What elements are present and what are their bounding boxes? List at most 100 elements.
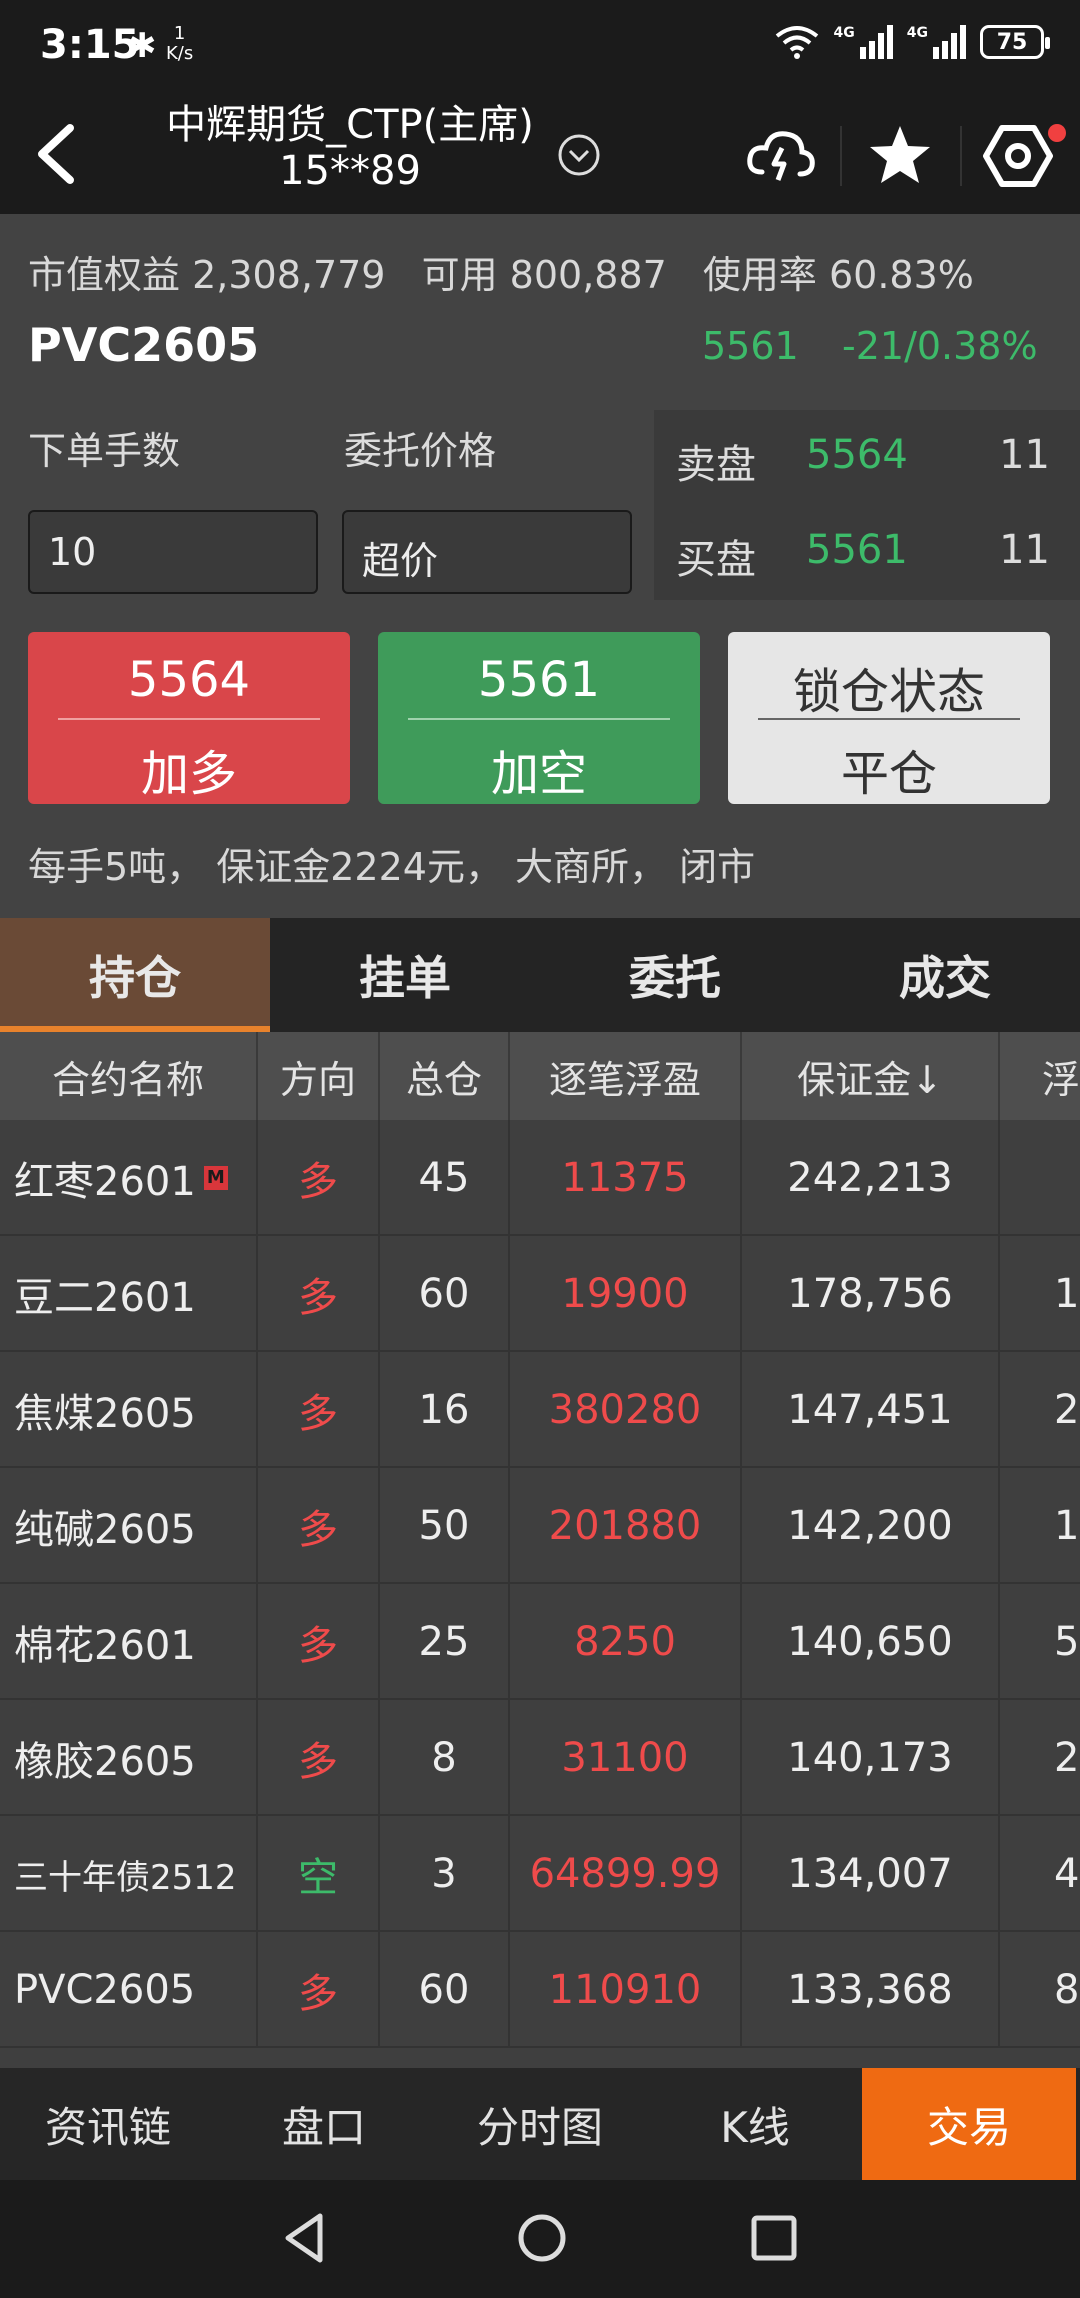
cell-total: 8	[380, 1700, 510, 1816]
cell-float-pnl: 31100	[510, 1700, 742, 1816]
cell-contract: 红枣2601 M	[0, 1120, 258, 1236]
cell-margin: 242,213	[742, 1120, 1000, 1236]
table-row[interactable]: 豆二2601 多 60 19900 178,756 1	[0, 1236, 1080, 1352]
cell-extra: 14	[1054, 1503, 1080, 1549]
nav-kline[interactable]: K线	[648, 2068, 862, 2180]
cell-float-pnl: 201880	[510, 1468, 742, 1584]
tab-pending[interactable]: 挂单	[270, 918, 540, 1032]
system-nav-bar	[0, 2180, 1080, 2298]
order-panel: 市值权益 2,308,779 可用 800,887 使用率 60.83% PVC…	[0, 214, 1080, 918]
cloud-sync-icon[interactable]	[742, 118, 818, 194]
available: 可用 800,887	[421, 253, 667, 297]
cell-float-pnl: 19900	[510, 1236, 742, 1352]
chevron-down-icon[interactable]	[556, 132, 602, 178]
recents-square-icon[interactable]	[748, 2210, 800, 2266]
table-row[interactable]: 纯碱2605多50201880142,200 14	[0, 1468, 1080, 1584]
cell-margin: 140,173	[742, 1700, 1000, 1816]
cell-margin: 134,007	[742, 1816, 1000, 1932]
buy-long-button[interactable]: 5564 加多	[28, 632, 350, 804]
cell-total: 60	[380, 1932, 510, 2048]
cell-total: 50	[380, 1468, 510, 1584]
cell-direction: 多	[258, 1700, 380, 1816]
table-row[interactable]: 三十年债2512 空 3 64899.99 134,007 4	[0, 1816, 1080, 1932]
battery-icon: 75	[980, 25, 1050, 59]
contract-symbol[interactable]: PVC2605	[28, 318, 259, 372]
tab-bar: 持仓 挂单 委托 成交	[0, 918, 1080, 1032]
cell-contract: PVC2605	[0, 1932, 258, 2048]
cell-contract: 三十年债2512	[0, 1816, 258, 1932]
cell-contract: 豆二2601	[0, 1236, 258, 1352]
star-icon[interactable]	[862, 118, 938, 194]
col-extra[interactable]: 浮	[1000, 1032, 1080, 1120]
cell-float-pnl: 380280	[510, 1352, 742, 1468]
home-circle-icon[interactable]	[514, 2210, 570, 2266]
col-margin[interactable]: 保证金↓	[742, 1032, 1000, 1120]
cell-margin: 178,756	[742, 1236, 1000, 1352]
contract-info: 每手5吨， 保证金2224元， 大商所， 闭市	[28, 845, 756, 889]
notification-dot	[1048, 124, 1066, 142]
app-header: 中辉期货_CTP(主席) 15**89	[0, 96, 1080, 214]
col-direction[interactable]: 方向	[258, 1032, 380, 1120]
tab-positions[interactable]: 持仓	[0, 918, 270, 1032]
tab-trades[interactable]: 成交	[810, 918, 1080, 1032]
cell-direction: 多	[258, 1236, 380, 1352]
clock: 3:15	[40, 22, 140, 68]
order-book: 卖盘 5564 11 买盘 5561 11	[654, 410, 1080, 600]
cell-total: 16	[380, 1352, 510, 1468]
nav-quote[interactable]: 盘口	[216, 2068, 432, 2180]
cell-extra	[1000, 1120, 1080, 1236]
nav-news[interactable]: 资讯链	[0, 2068, 216, 2180]
cell-extra: 2	[1054, 1735, 1080, 1781]
cell-direction: 多	[258, 1584, 380, 1700]
col-float-pnl[interactable]: 逐笔浮盈	[510, 1032, 742, 1120]
back-arrow-icon[interactable]	[20, 114, 100, 194]
col-total[interactable]: 总仓	[380, 1032, 510, 1120]
tab-orders[interactable]: 委托	[540, 918, 810, 1032]
cell-float-pnl: 110910	[510, 1932, 742, 2048]
wifi-icon	[775, 26, 818, 59]
cell-signal-icon-2: 4G	[907, 25, 966, 59]
cell-total: 25	[380, 1584, 510, 1700]
cell-total: 60	[380, 1236, 510, 1352]
cell-extra: 1	[1054, 1271, 1080, 1317]
close-position-button[interactable]: 锁仓状态 平仓	[728, 632, 1050, 804]
cell-contract: 棉花2601	[0, 1584, 258, 1700]
table-row[interactable]: 棉花2601 多 25 8250 140,650 5	[0, 1584, 1080, 1700]
table-row[interactable]: 焦煤2605 多 16 380280 147,451 2	[0, 1352, 1080, 1468]
ask-row[interactable]: 卖盘 5564 11	[654, 410, 1080, 505]
price-type-input[interactable]: 超价	[342, 510, 632, 594]
price-change: -21/0.38%	[842, 324, 1038, 368]
table-row[interactable]: 橡胶2605 多 8 31100 140,173 2	[0, 1700, 1080, 1816]
network-speed: 1 K/s	[166, 23, 194, 64]
nav-timeshare[interactable]: 分时图	[432, 2068, 648, 2180]
cell-contract: 橡胶2605	[0, 1700, 258, 1816]
quantity-input[interactable]: 10	[28, 510, 318, 594]
cell-total: 3	[380, 1816, 510, 1932]
cell-extra: 2	[1054, 1387, 1080, 1433]
nav-trade[interactable]: 交易	[862, 2068, 1076, 2180]
cell-direction: 多	[258, 1468, 380, 1584]
positions-table: 红枣2601 M 多 45 11375 242,213 豆二2601 多 60 19900 178,…	[0, 1120, 1080, 2068]
cell-margin: 147,451	[742, 1352, 1000, 1468]
col-contract[interactable]: 合约名称	[0, 1032, 258, 1120]
main-contract-badge: M	[203, 1166, 228, 1190]
cell-float-pnl: 64899.99	[510, 1816, 742, 1932]
cell-signal-icon: 4G	[834, 25, 893, 59]
cell-extra: 8	[1054, 1967, 1080, 2013]
cell-contract: 焦煤2605	[0, 1352, 258, 1468]
back-triangle-icon[interactable]	[280, 2210, 330, 2266]
account-title[interactable]: 中辉期货_CTP(主席) 15**89	[140, 102, 560, 194]
status-bar: 3:15 ✱ 1 K/s 4G 4G 75	[0, 0, 1080, 96]
status-icons: 4G 4G 75	[774, 24, 1050, 60]
equity: 市值权益 2,308,779	[28, 253, 386, 297]
table-row[interactable]: 红枣2601 M 多 45 11375 242,213	[0, 1120, 1080, 1236]
bid-row[interactable]: 买盘 5561 11	[654, 505, 1080, 600]
cell-total: 45	[380, 1120, 510, 1236]
account-summary: 市值权益 2,308,779 可用 800,887 使用率 60.83%	[28, 244, 998, 299]
cell-direction: 多	[258, 1932, 380, 2048]
cell-direction: 空	[258, 1816, 380, 1932]
settings-gear-icon[interactable]	[980, 118, 1056, 194]
table-row[interactable]: PVC2605 多 60 110910 133,368 8	[0, 1932, 1080, 2048]
bottom-nav: 资讯链 盘口 分时图 K线 交易	[0, 2068, 1080, 2180]
sell-short-button[interactable]: 5561 加空	[378, 632, 700, 804]
